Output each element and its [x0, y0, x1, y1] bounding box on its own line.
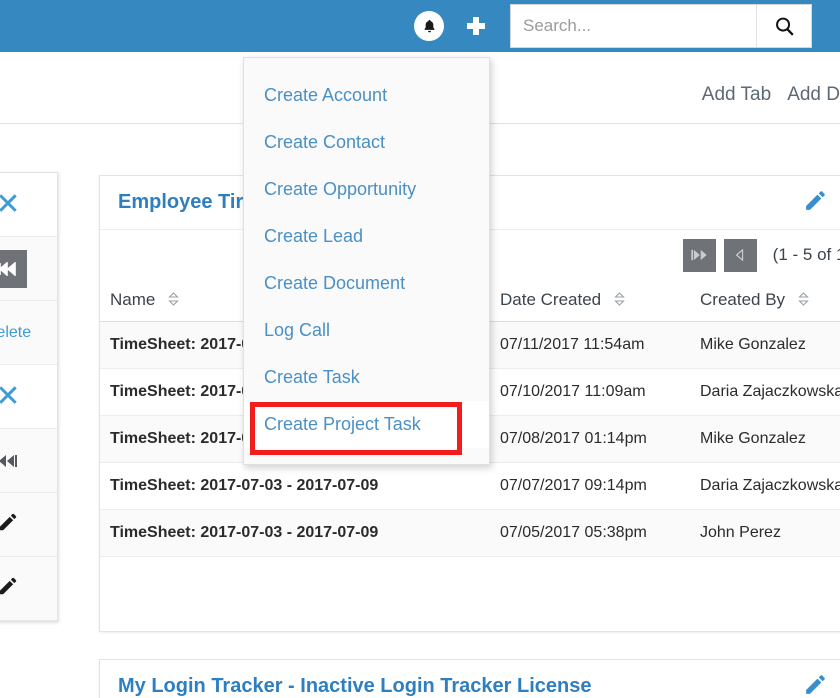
app-root: Add Tab Add D ✕ Delete ✕ [0, 0, 840, 698]
cell-created-by: Daria Zajaczkowska [690, 462, 840, 510]
cell-created-by: Mike Gonzalez [690, 321, 840, 369]
column-label-date-created: Date Created [500, 290, 602, 309]
search-box [510, 4, 812, 48]
pencil-icon[interactable] [803, 188, 828, 218]
last-page-icon-2[interactable] [0, 444, 27, 478]
last-page-icon[interactable] [0, 249, 27, 288]
top-navigation-bar [0, 0, 840, 52]
top-bar-actions [414, 0, 840, 52]
pencil-icon[interactable] [803, 672, 828, 698]
column-label-name: Name [110, 290, 156, 309]
menu-item-log-call[interactable]: Log Call [244, 307, 489, 354]
table-row[interactable]: TimeSheet: 2017-07-03 - 2017-07-09 07/05… [100, 509, 840, 557]
sort-icon-2[interactable] [614, 291, 625, 311]
panel-edit-row-2[interactable] [0, 557, 57, 621]
cell-date-created: 07/10/2017 11:09am [490, 368, 690, 416]
dashlet-my-login-tracker: My Login Tracker - Inactive Login Tracke… [99, 659, 840, 698]
plus-icon[interactable] [464, 14, 488, 38]
close-icon-2[interactable]: ✕ [0, 381, 21, 412]
panel-close-row[interactable]: ✕ [0, 173, 57, 237]
dashlet2-header: My Login Tracker - Inactive Login Tracke… [100, 660, 840, 698]
column-header-created-by[interactable]: Created By [690, 280, 840, 322]
delete-link[interactable]: Delete [0, 324, 31, 342]
sort-icon[interactable] [168, 291, 179, 311]
cell-date-created: 07/11/2017 11:54am [490, 321, 690, 369]
cell-date-created: 07/08/2017 01:14pm [490, 415, 690, 463]
add-tab-link[interactable]: Add Tab [702, 84, 771, 106]
column-label-created-by: Created By [700, 290, 786, 309]
cell-created-by: Mike Gonzalez [690, 415, 840, 463]
cell-date-created: 07/05/2017 05:38pm [490, 509, 690, 557]
menu-item-create-task[interactable]: Create Task [244, 354, 489, 401]
dashlet1-pager: (1 - 5 of 103) [682, 238, 840, 272]
header-action-links: Add Tab Add D [702, 84, 840, 106]
table-row[interactable]: TimeSheet: 2017-07-03 - 2017-07-09 07/07… [100, 462, 840, 510]
pencil-icon[interactable] [0, 511, 19, 538]
close-icon[interactable]: ✕ [0, 189, 21, 220]
search-button[interactable] [756, 5, 811, 47]
dashlet1-header-icons [803, 187, 840, 218]
notification-bell-icon[interactable] [414, 11, 444, 41]
dashlet1-title: Employee Tir [118, 191, 244, 213]
search-icon [775, 17, 793, 35]
dashlet1-record-count: (1 - 5 of 103) [772, 245, 840, 264]
panel-edit-row-1[interactable] [0, 493, 57, 557]
dashlet2-title: My Login Tracker - Inactive Login Tracke… [118, 675, 592, 697]
prev-page-icon[interactable] [723, 238, 757, 272]
menu-item-create-contact[interactable]: Create Contact [244, 119, 489, 166]
cell-created-by: Daria Zajaczkowska [690, 368, 840, 416]
panel-lastpage-row-2[interactable] [0, 429, 57, 493]
menu-item-create-lead[interactable]: Create Lead [244, 213, 489, 260]
dashlet2-header-icons [803, 671, 840, 698]
panel-lastpage-row[interactable] [0, 237, 57, 301]
menu-item-create-document[interactable]: Create Document [244, 260, 489, 307]
menu-item-create-project-task[interactable]: Create Project Task [244, 401, 489, 448]
cell-created-by: John Perez [690, 509, 840, 557]
cell-date-created: 07/07/2017 09:14pm [490, 462, 690, 510]
menu-item-create-opportunity[interactable]: Create Opportunity [244, 166, 489, 213]
column-header-date-created[interactable]: Date Created [490, 280, 690, 322]
panel-delete-row[interactable]: Delete [0, 301, 57, 365]
create-dropdown-menu: Create Account Create Contact Create Opp… [243, 57, 490, 465]
panel-close-row-2[interactable]: ✕ [0, 365, 57, 429]
pencil-icon-2[interactable] [0, 575, 19, 602]
left-partial-panel: ✕ Delete ✕ [0, 172, 58, 622]
menu-item-create-account[interactable]: Create Account [244, 72, 489, 119]
cell-name[interactable]: TimeSheet: 2017-07-03 - 2017-07-09 [100, 462, 490, 510]
sort-icon-3[interactable] [797, 291, 809, 311]
add-dashlet-link[interactable]: Add D [787, 84, 840, 106]
search-input[interactable] [511, 5, 756, 47]
cell-name[interactable]: TimeSheet: 2017-07-03 - 2017-07-09 [100, 509, 490, 557]
first-page-icon[interactable] [682, 238, 716, 272]
